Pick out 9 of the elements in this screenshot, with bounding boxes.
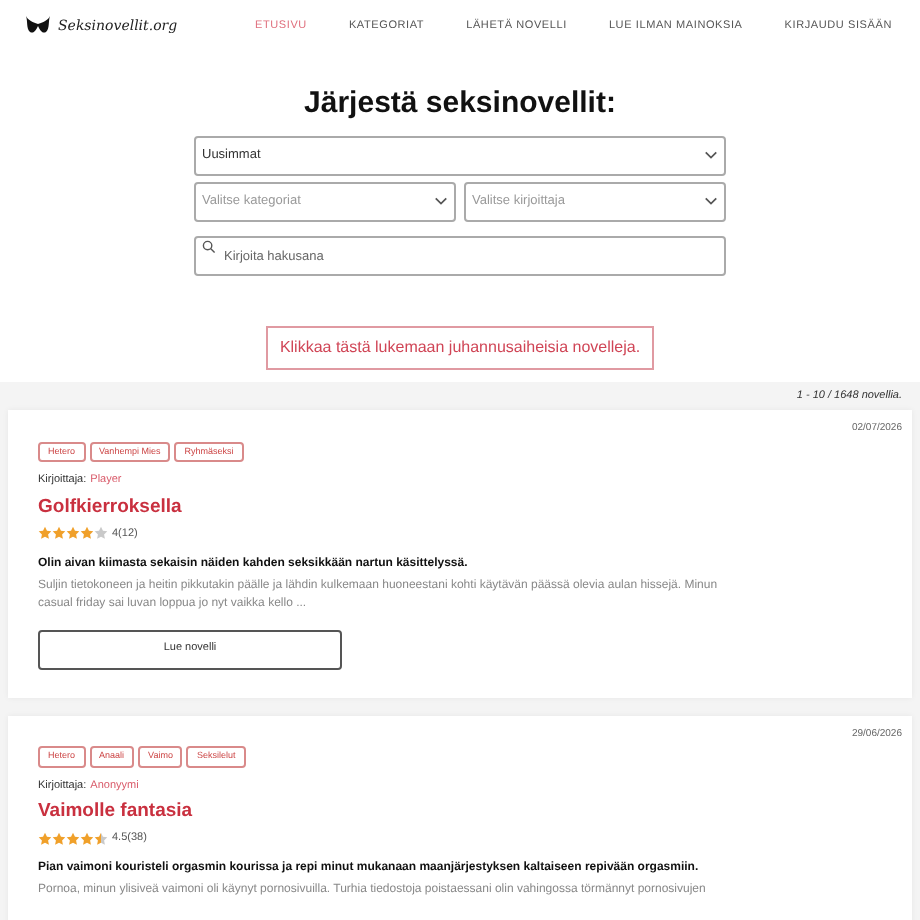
chevron-down-icon bbox=[434, 196, 448, 206]
story-title[interactable]: Vaimolle fantasia bbox=[38, 797, 902, 827]
promo-link[interactable]: Klikkaa tästä lukemaan juhannusaiheisia novelleja. bbox=[265, 326, 655, 370]
chevron-down-icon bbox=[704, 150, 718, 160]
story-title[interactable]: Golfkierroksella bbox=[38, 493, 902, 522]
page-heading: Järjestä seksinovellit: bbox=[302, 84, 618, 124]
search-icon bbox=[202, 240, 216, 254]
chevron-down-icon bbox=[704, 196, 718, 206]
bra-icon bbox=[24, 14, 52, 38]
